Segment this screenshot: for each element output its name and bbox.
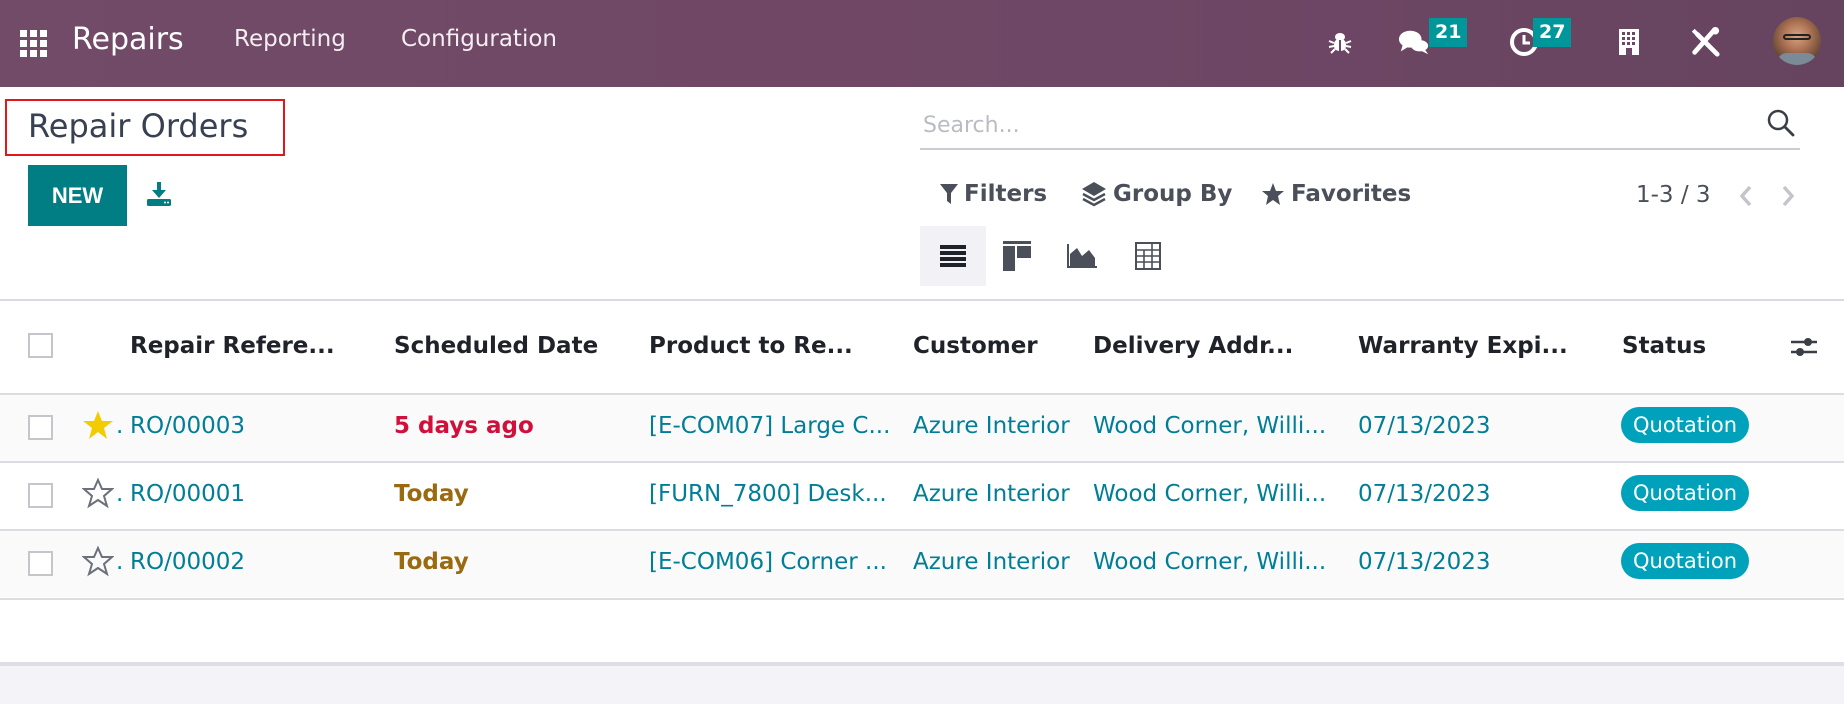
layers-icon (1082, 182, 1106, 207)
filters-button[interactable]: Filters (940, 181, 1047, 207)
customer[interactable]: Azure Interior (913, 549, 1070, 575)
column-header-status[interactable]: Status (1622, 333, 1706, 359)
pager-previous-icon[interactable] (1733, 180, 1759, 212)
product-to-repair[interactable]: [E-COM06] Corner ... (649, 549, 887, 575)
activities-count-badge: 27 (1533, 18, 1572, 47)
row-checkbox[interactable] (28, 483, 53, 508)
messages-icon[interactable] (1398, 26, 1430, 58)
view-list-button[interactable] (920, 226, 986, 286)
repair-reference[interactable]: RO/00003 (130, 413, 245, 439)
area-chart-icon (1067, 244, 1097, 268)
delivery-address[interactable]: Wood Corner, Willi... (1093, 549, 1326, 575)
page-title: Repair Orders (28, 107, 249, 145)
column-header-reference[interactable]: Repair Refere... (130, 333, 335, 359)
row-checkbox[interactable] (28, 415, 53, 440)
search-bar (920, 100, 1800, 150)
delivery-address[interactable]: Wood Corner, Willi... (1093, 413, 1326, 439)
priority-star-empty-icon[interactable] (82, 545, 114, 577)
table-row[interactable]: . RO/00001 Today [FURN_7800] Desk... Azu… (0, 461, 1844, 529)
scheduled-date: Today (394, 549, 469, 575)
status-badge: Quotation (1621, 543, 1750, 579)
separator-dot: . (116, 549, 124, 575)
select-all-checkbox[interactable] (28, 333, 53, 358)
table-row[interactable]: . RO/00003 5 days ago [E-COM07] Large C.… (0, 393, 1844, 461)
warranty-expiration: 07/13/2023 (1358, 549, 1491, 575)
filters-label: Filters (964, 181, 1048, 207)
table-header: Repair Refere... Scheduled Date Product … (0, 301, 1844, 393)
column-header-warranty-expiration[interactable]: Warranty Expi... (1358, 333, 1568, 359)
menu-reporting[interactable]: Reporting (234, 26, 346, 52)
priority-star-filled-icon[interactable] (82, 409, 114, 441)
filter-funnel-icon (940, 184, 958, 204)
app-menu-icon[interactable] (20, 30, 47, 57)
list-view-icon (940, 245, 966, 267)
separator-dot: . (116, 413, 124, 439)
column-header-scheduled-date[interactable]: Scheduled Date (394, 333, 598, 359)
status-badge: Quotation (1621, 475, 1750, 511)
view-kanban-button[interactable] (984, 226, 1050, 286)
group-by-button[interactable]: Group By (1081, 181, 1232, 207)
priority-star-empty-icon[interactable] (82, 477, 114, 509)
pager-next-icon[interactable] (1775, 180, 1801, 212)
product-to-repair[interactable]: [E-COM07] Large C... (649, 413, 890, 439)
column-header-product[interactable]: Product to Re... (649, 333, 853, 359)
repair-reference[interactable]: RO/00002 (130, 549, 245, 575)
table-bottom-border (0, 598, 1844, 600)
warranty-expiration: 07/13/2023 (1358, 481, 1491, 507)
separator-dot: . (116, 481, 124, 507)
company-building-icon[interactable] (1613, 26, 1645, 58)
kanban-view-icon (1003, 241, 1031, 271)
view-pivot-button[interactable] (1115, 226, 1181, 286)
warranty-expiration: 07/13/2023 (1358, 413, 1491, 439)
row-checkbox[interactable] (28, 551, 53, 576)
status-badge: Quotation (1621, 407, 1750, 443)
user-avatar[interactable] (1773, 17, 1821, 65)
customer[interactable]: Azure Interior (913, 413, 1070, 439)
delivery-address[interactable]: Wood Corner, Willi... (1093, 481, 1326, 507)
scheduled-date: 5 days ago (394, 413, 534, 439)
messages-count-badge: 21 (1429, 18, 1468, 47)
customer[interactable]: Azure Interior (913, 481, 1070, 507)
settings-tools-icon[interactable] (1689, 26, 1721, 58)
menu-configuration[interactable]: Configuration (401, 26, 557, 52)
new-button[interactable]: NEW (28, 165, 127, 226)
star-favorites-icon (1262, 183, 1284, 205)
search-icon[interactable] (1766, 108, 1796, 138)
repair-reference[interactable]: RO/00001 (130, 481, 245, 507)
view-graph-button[interactable] (1049, 226, 1115, 286)
page-footer-band (0, 662, 1844, 704)
pivot-table-icon (1135, 242, 1161, 270)
scheduled-date: Today (394, 481, 469, 507)
table-row[interactable]: . RO/00002 Today [E-COM06] Corner ... Az… (0, 529, 1844, 597)
favorites-label: Favorites (1291, 181, 1412, 207)
search-input[interactable] (923, 108, 1743, 142)
pager-value[interactable]: 1-3 / 3 (1636, 182, 1711, 208)
debug-bug-icon[interactable] (1324, 26, 1356, 58)
download-export-icon[interactable] (145, 180, 173, 208)
column-header-customer[interactable]: Customer (913, 333, 1038, 359)
top-navbar: Repairs Reporting Configuration 21 27 (0, 0, 1844, 87)
group-by-label: Group By (1113, 181, 1233, 207)
optional-columns-toggle-icon[interactable] (1790, 333, 1818, 361)
app-name[interactable]: Repairs (72, 22, 184, 57)
product-to-repair[interactable]: [FURN_7800] Desk... (649, 481, 887, 507)
favorites-button[interactable]: Favorites (1261, 181, 1411, 207)
column-header-delivery-address[interactable]: Delivery Addr... (1093, 333, 1293, 359)
